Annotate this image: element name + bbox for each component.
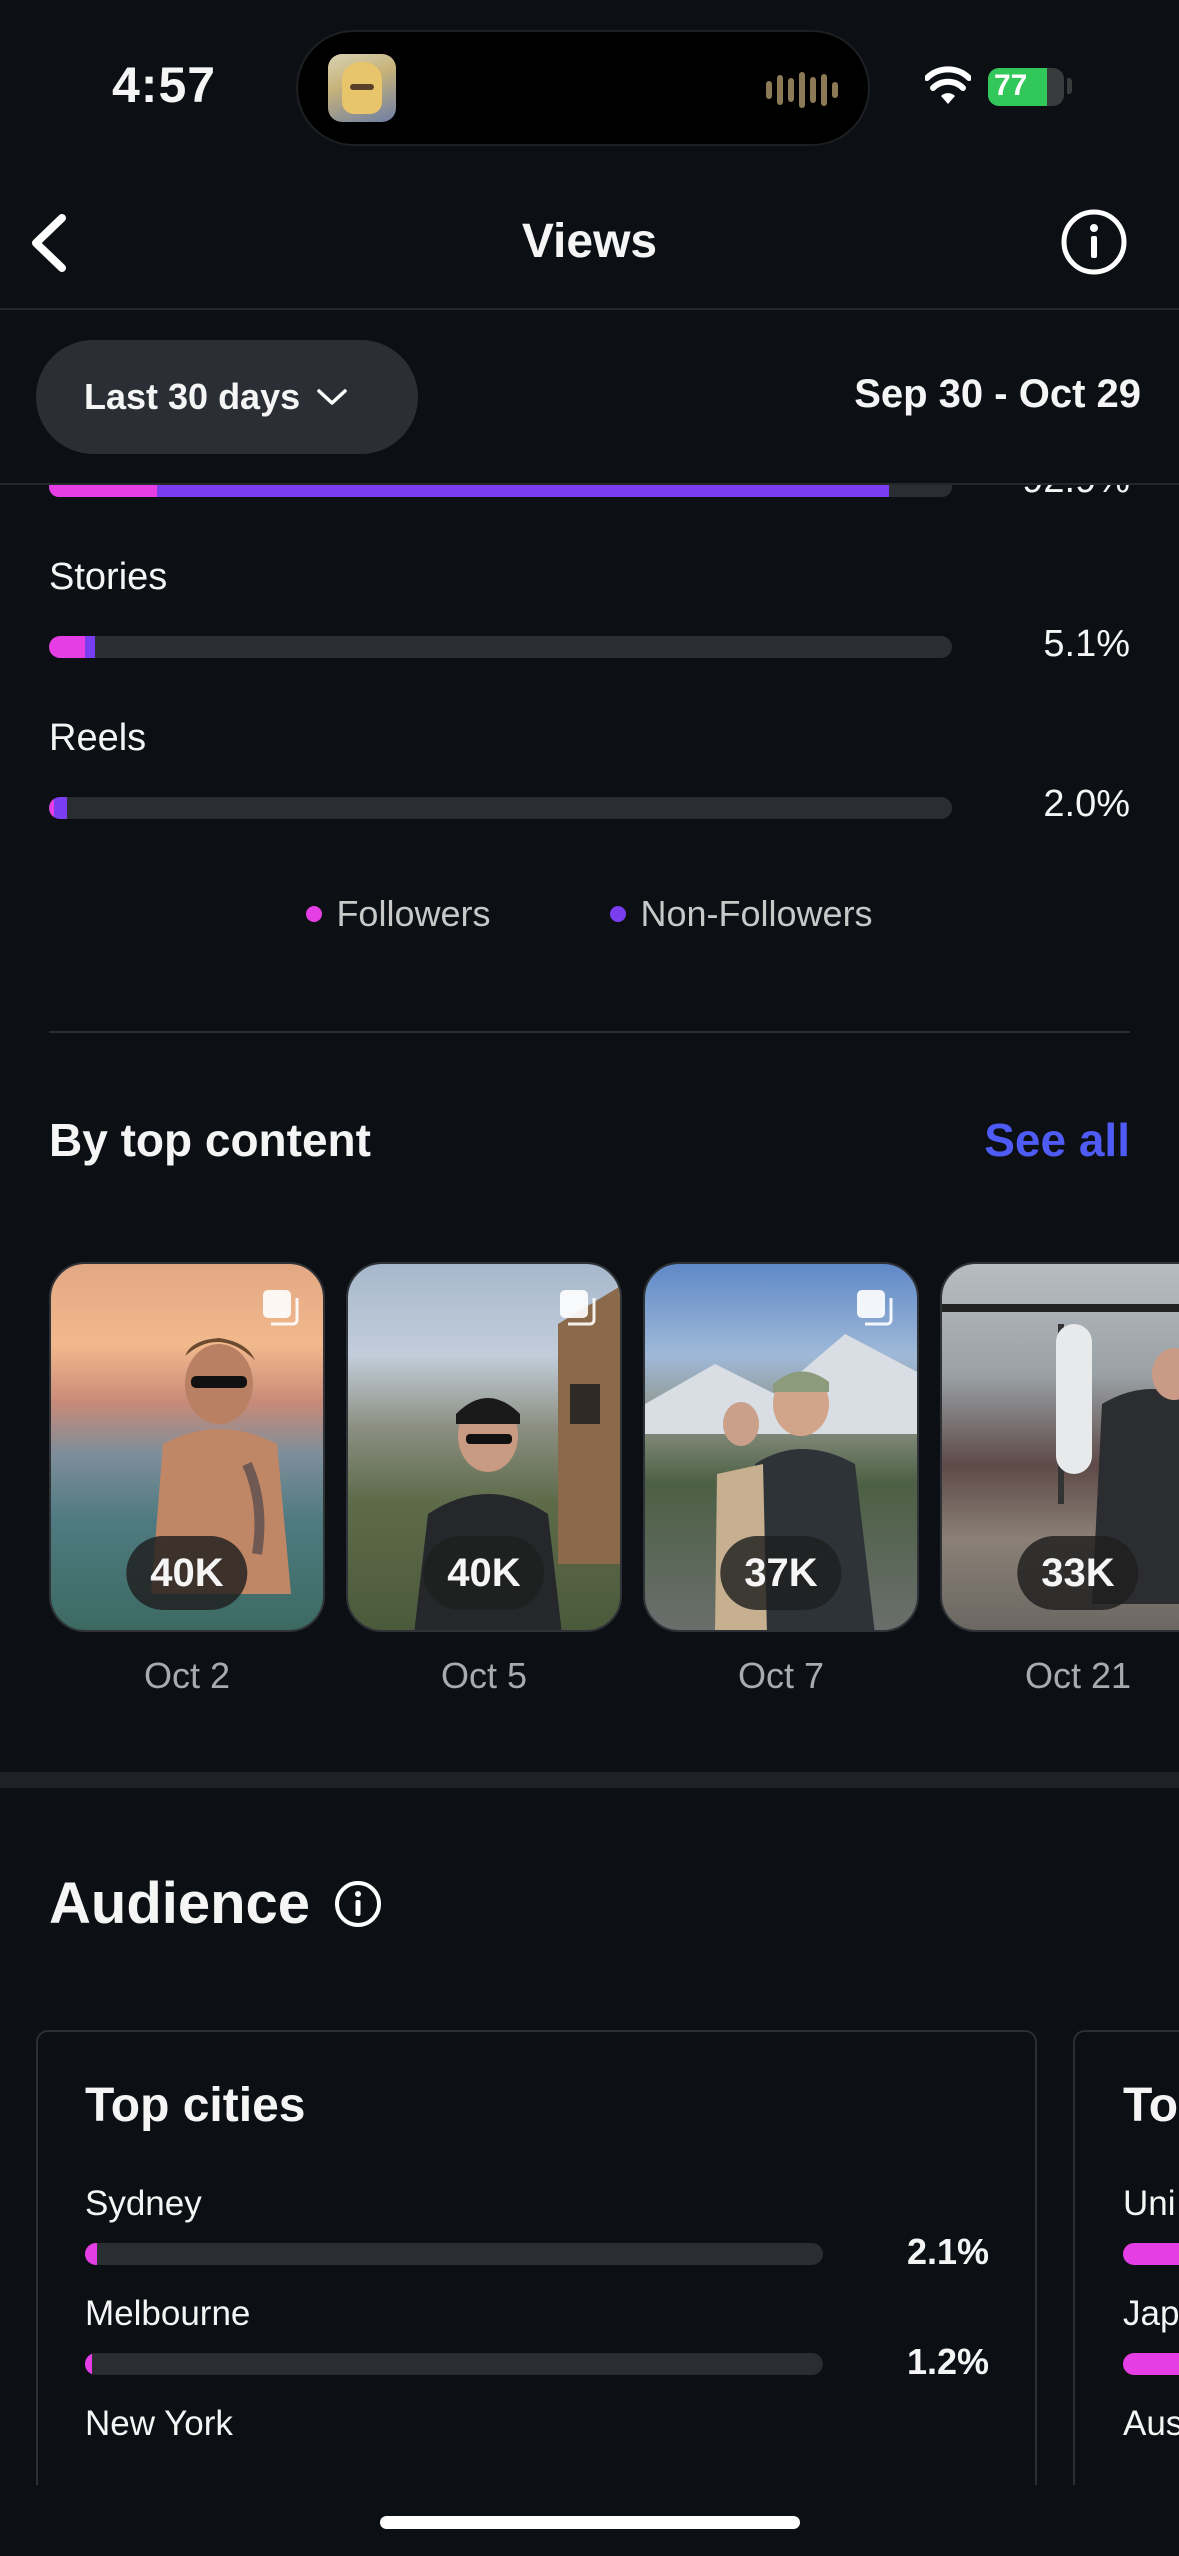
views-badge: 40K — [423, 1536, 545, 1610]
content-date: Oct 7 — [737, 1655, 825, 1696]
audience-header: Audience — [49, 1870, 382, 1937]
battery-cap — [1067, 78, 1072, 94]
views-badge: 40K — [126, 1536, 248, 1610]
see-all-link[interactable]: See all — [984, 1113, 1130, 1167]
top-countries-card[interactable]: To Uni Jap Aus — [1073, 2030, 1179, 2485]
content-thumbnail[interactable]: 40K — [346, 1262, 622, 1632]
country-bar — [1123, 2243, 1179, 2265]
date-range-label: Last 30 days — [84, 376, 301, 417]
breakdown-label: Reels — [49, 717, 147, 759]
country-bar — [1123, 2353, 1179, 2375]
breakdown-pct: 2.0% — [1043, 783, 1130, 825]
wifi-icon — [925, 66, 971, 104]
top-content-title: By top content — [49, 1114, 371, 1166]
carousel-icon — [263, 1290, 299, 1326]
legend-dot-followers — [306, 906, 323, 922]
breakdown-legend: Followers Non-Followers — [0, 893, 1179, 935]
content-thumbnail[interactable]: 37K — [643, 1262, 919, 1632]
breakdown-bar-stories — [49, 636, 952, 658]
battery-level: 77 — [994, 69, 1028, 102]
content-date: Oct 2 — [143, 1655, 231, 1696]
country-label: Uni — [1123, 2184, 1176, 2223]
section-separator — [0, 1772, 1179, 1788]
legend-dot-non-followers — [610, 906, 627, 922]
city-pct: 1.2% — [906, 2341, 989, 2382]
views-badge: 37K — [720, 1536, 842, 1610]
audience-title: Audience — [49, 1871, 311, 1936]
date-range-dropdown[interactable]: Last 30 days — [36, 340, 418, 454]
top-cities-card[interactable]: Top cities Sydney 2.1% Melbourne 1.2% Ne… — [36, 2030, 1037, 2485]
content-thumbnail[interactable]: 40K — [49, 1262, 325, 1632]
carousel-icon — [857, 1290, 893, 1326]
card-title: To — [1123, 2079, 1179, 2132]
city-bar — [85, 2353, 823, 2375]
city-bar — [85, 2243, 823, 2265]
header-divider — [0, 308, 1179, 310]
city-label: Sydney — [85, 2184, 202, 2223]
scroll-content[interactable]: 92.9% Stories 5.1% Reels 2.0% Followers … — [0, 485, 1179, 2485]
content-thumbnail[interactable]: 33K — [940, 1262, 1179, 1632]
dynamic-island[interactable] — [296, 30, 870, 146]
breakdown-bar-top — [49, 485, 952, 497]
city-pct: 2.1% — [906, 2231, 989, 2272]
legend-label: Non-Followers — [640, 893, 873, 934]
audio-waveform-icon — [766, 72, 838, 108]
legend-non-followers: Non-Followers — [610, 893, 873, 935]
home-indicator[interactable] — [380, 2516, 800, 2529]
carousel-icon — [560, 1290, 596, 1326]
info-icon[interactable] — [334, 1880, 382, 1928]
country-label: Aus — [1123, 2404, 1179, 2443]
legend-label: Followers — [336, 893, 491, 934]
breakdown-top-pct: 92.9% — [1022, 485, 1130, 502]
chevron-down-icon — [317, 389, 347, 405]
now-playing-artwork — [328, 54, 396, 122]
city-label: New York — [85, 2404, 233, 2443]
card-title: Top cities — [85, 2079, 306, 2132]
country-label: Jap — [1123, 2294, 1179, 2333]
views-badge: 33K — [1017, 1536, 1139, 1610]
status-time: 4:57 — [112, 57, 217, 113]
breakdown-label: Stories — [49, 556, 168, 598]
section-divider — [49, 1031, 1130, 1033]
info-button[interactable] — [1060, 208, 1128, 276]
date-range-text: Sep 30 - Oct 29 — [854, 372, 1141, 416]
breakdown-pct: 5.1% — [1043, 623, 1130, 665]
battery-icon: 77 — [988, 68, 1064, 106]
content-date: Oct 21 — [1024, 1655, 1132, 1696]
breakdown-bar-reels — [49, 797, 952, 819]
legend-followers: Followers — [306, 893, 490, 935]
content-date: Oct 5 — [440, 1655, 528, 1696]
city-label: Melbourne — [85, 2294, 251, 2333]
page-title: Views — [521, 215, 658, 268]
